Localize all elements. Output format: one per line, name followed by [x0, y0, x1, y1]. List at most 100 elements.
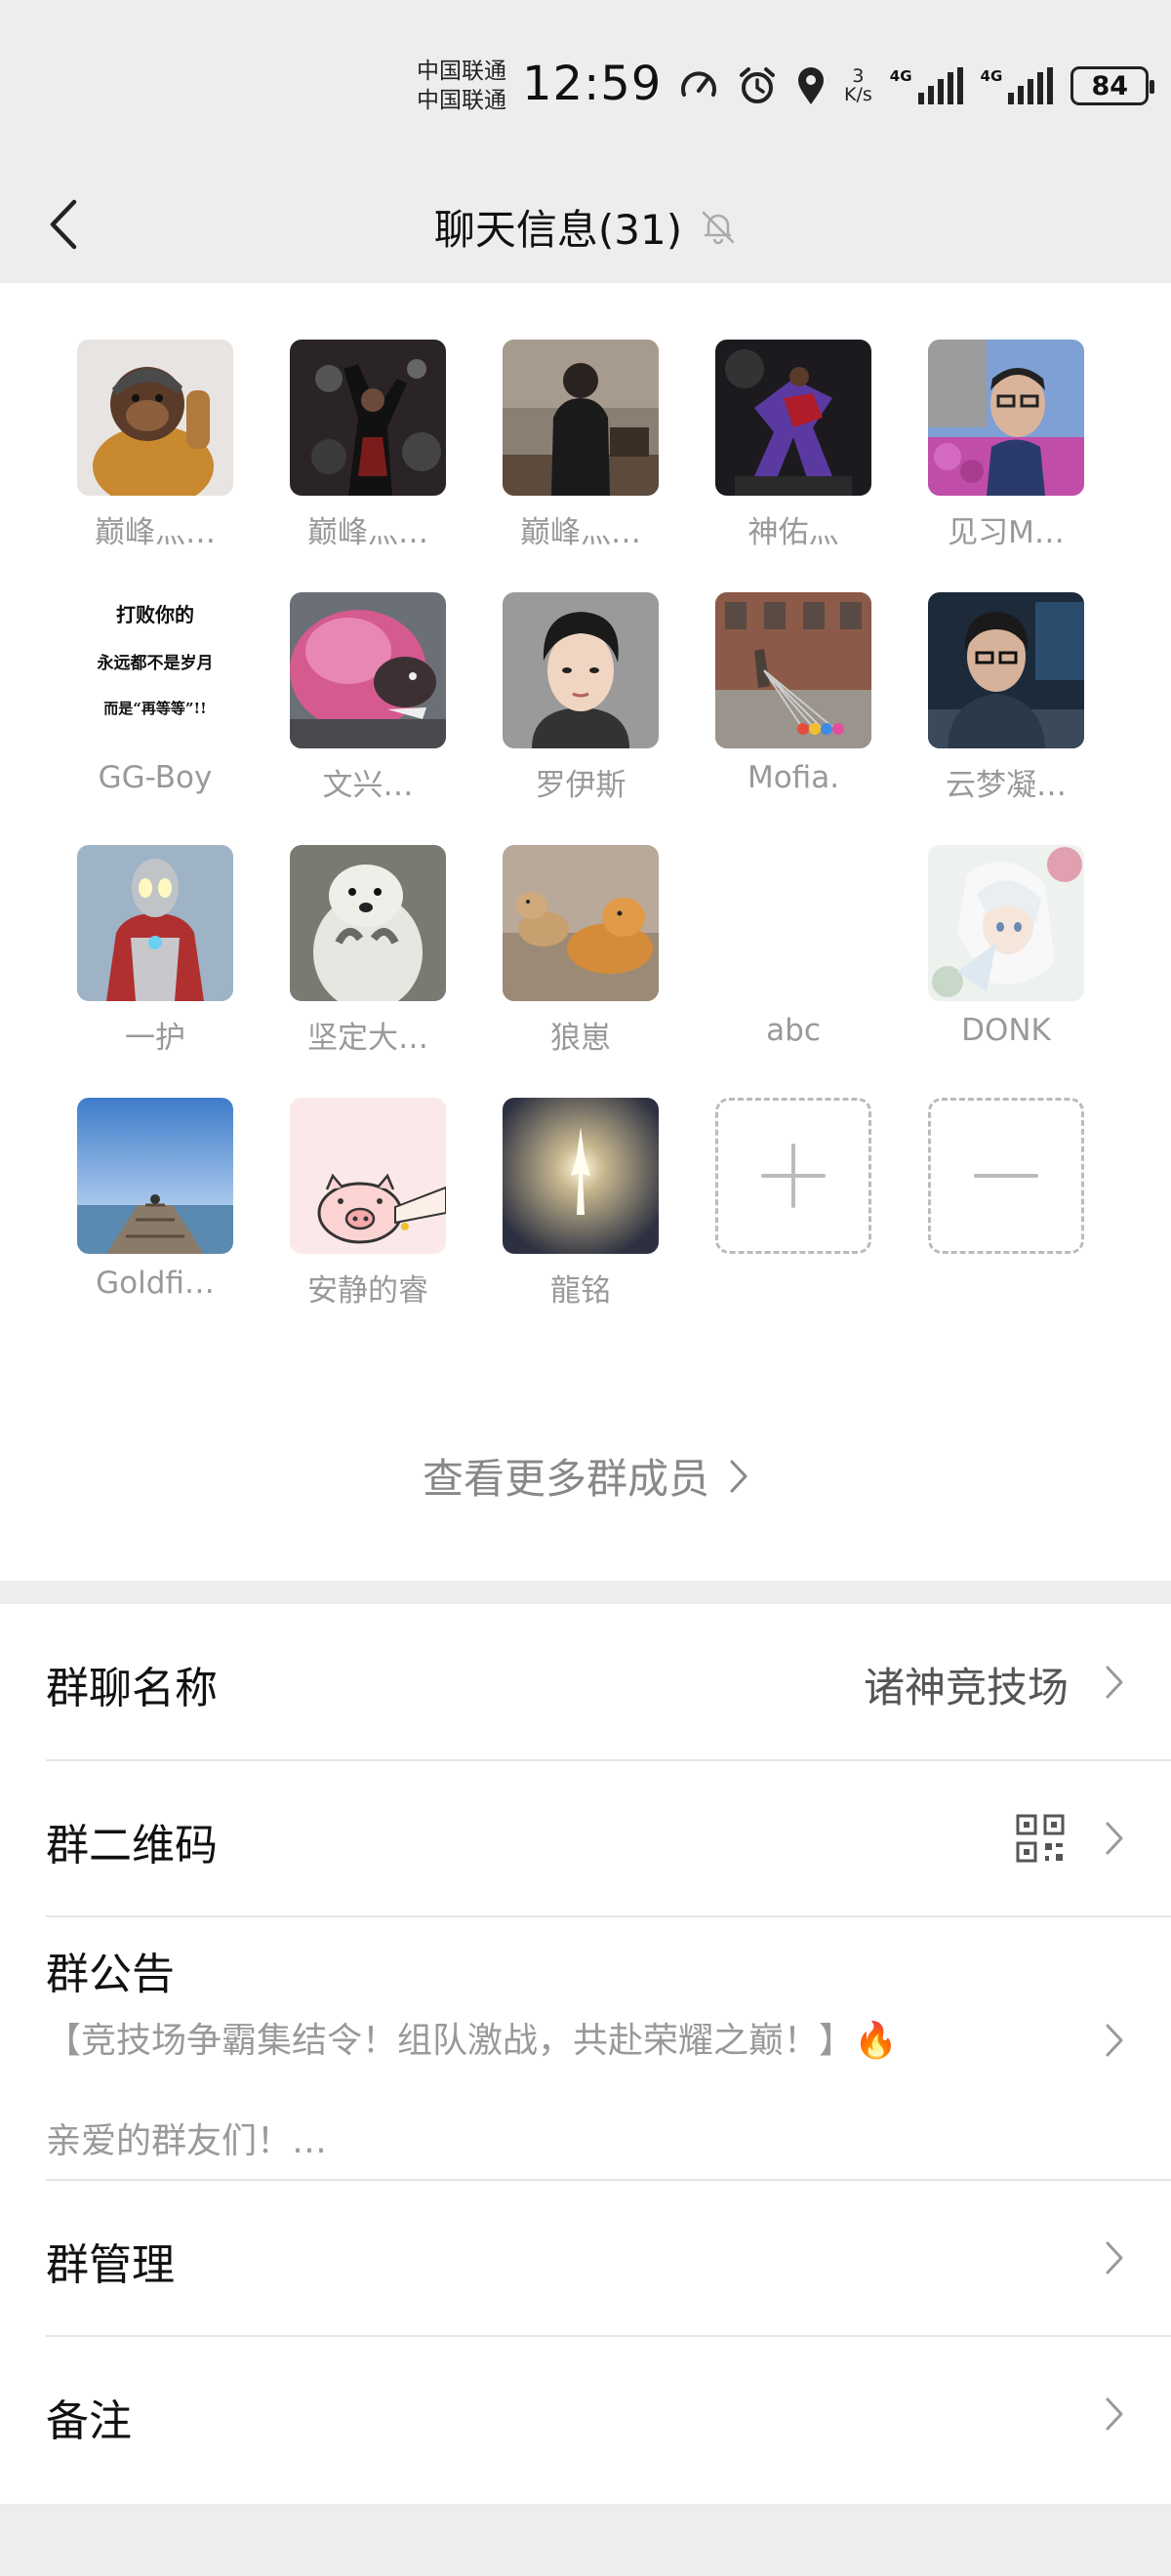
member-item[interactable]: 打败你的 永远都不是岁月 而是“再等等”!! GG-Boy: [49, 592, 262, 804]
group-qr-row[interactable]: 群二维码: [0, 1761, 1171, 1915]
member-name: 巅峰灬…: [307, 515, 428, 550]
group-qr-label: 群二维码: [46, 1821, 218, 1871]
member-name: 巅峰灬…: [520, 515, 641, 550]
group-manage-label: 群管理: [46, 2240, 175, 2290]
member-name: 狼崽: [550, 1021, 611, 1056]
member-name: 罗伊斯: [535, 768, 626, 803]
member-name: 云梦凝…: [946, 768, 1067, 803]
group-notice-line1: 【竞技场争霸集结令！组队激战，共赴荣耀之巅！】🔥: [46, 2021, 898, 2061]
chevron-right-icon: [730, 1460, 747, 1492]
avatar: [77, 1098, 233, 1254]
avatar: [928, 845, 1084, 1001]
group-manage-row[interactable]: 群管理: [0, 2181, 1171, 2335]
minus-icon: [974, 1174, 1038, 1178]
avatar: [503, 592, 659, 748]
carrier-1: 中国联通: [417, 59, 506, 84]
carrier-names: 中国联通 中国联通: [417, 57, 506, 115]
member-name: 文兴…: [322, 768, 414, 803]
chevron-right-icon: [1106, 2024, 1123, 2057]
group-name-value: 诸神竞技场: [863, 1664, 1069, 1711]
avatar-caption: 而是“再等等”!!: [103, 700, 206, 717]
avatar: [77, 845, 233, 1001]
remove-member-button[interactable]: [900, 1098, 1112, 1309]
group-notice-row[interactable]: 群公告 【竞技场争霸集结令！组队激战，共赴荣耀之巅！】🔥 亲爱的群友们！…: [0, 1917, 1171, 2179]
member-grid: 巅峰灬… 巅峰灬… 巅峰灬… 神佑灬 见习M… 打败你的 永远都不是岁月 而是“…: [49, 340, 1122, 1309]
group-name-label: 群聊名称: [46, 1664, 218, 1713]
member-name: GG-Boy: [98, 760, 213, 795]
status-icons: 3 K/s 4G 4G 84: [678, 60, 1155, 111]
member-item[interactable]: abc: [687, 845, 900, 1057]
avatar: 打败你的 永远都不是岁月 而是“再等等”!!: [77, 592, 233, 748]
alarm-icon: [737, 65, 778, 106]
page-title: 聊天信息(31): [433, 206, 683, 254]
signal-icon: 4G: [890, 67, 963, 104]
view-more-members-label: 查看更多群成员: [422, 1455, 709, 1503]
member-item[interactable]: DONK: [900, 845, 1112, 1057]
member-item[interactable]: 巅峰灬…: [262, 340, 474, 551]
avatar: [290, 1098, 446, 1254]
member-item[interactable]: 云梦凝…: [900, 592, 1112, 804]
member-item[interactable]: Goldfi…: [49, 1098, 262, 1309]
avatar: [503, 340, 659, 496]
avatar: [715, 592, 871, 748]
page-title-wrap: 聊天信息(31): [0, 197, 1171, 257]
avatar: [928, 340, 1084, 496]
status-bar: 中国联通 中国联通 12:59 3 K/s 4G 4G 84: [0, 0, 1171, 166]
avatar: [715, 340, 871, 496]
member-item[interactable]: 巅峰灬…: [49, 340, 262, 551]
avatar: [77, 340, 233, 496]
member-name: 一护: [125, 1021, 185, 1056]
battery-icon: 84: [1070, 66, 1155, 105]
member-item[interactable]: Mofia.: [687, 592, 900, 804]
avatar: [290, 592, 446, 748]
clock: 12:59: [522, 57, 663, 111]
member-item[interactable]: 龍铭: [474, 1098, 687, 1309]
member-name: 巅峰灬…: [95, 515, 216, 550]
member-name: Goldfi…: [96, 1266, 215, 1301]
net-speed: 3 K/s: [844, 65, 872, 105]
add-member-tile[interactable]: [715, 1098, 871, 1254]
member-item[interactable]: 罗伊斯: [474, 592, 687, 804]
member-item[interactable]: 坚定大…: [262, 845, 474, 1057]
member-item[interactable]: 文兴…: [262, 592, 474, 804]
view-more-members-link[interactable]: 查看更多群成员: [0, 1446, 1171, 1506]
avatar: [928, 592, 1084, 748]
qr-code-icon: [1016, 1814, 1065, 1863]
member-name: 坚定大…: [307, 1021, 428, 1056]
add-member-button[interactable]: [687, 1098, 900, 1309]
remark-label: 备注: [46, 2396, 132, 2446]
avatar-caption: 永远都不是岁月: [97, 653, 214, 673]
speedometer-icon: [678, 65, 719, 106]
member-item[interactable]: 安静的睿: [262, 1098, 474, 1309]
group-name-row[interactable]: 群聊名称 诸神竞技场: [0, 1604, 1171, 1760]
avatar: [503, 1098, 659, 1254]
avatar: [503, 845, 659, 1001]
plus-icon: [761, 1144, 826, 1208]
member-item[interactable]: 一护: [49, 845, 262, 1057]
location-icon: [795, 65, 827, 106]
member-name: 神佑灬: [747, 515, 839, 550]
member-item[interactable]: 狼崽: [474, 845, 687, 1057]
remove-member-tile[interactable]: [928, 1098, 1084, 1254]
nav-bar: 聊天信息(31): [0, 166, 1171, 283]
mute-bell-icon: [702, 211, 735, 244]
chevron-right-icon: [1106, 2241, 1123, 2274]
remark-row[interactable]: 备注: [0, 2337, 1171, 2493]
members-card: 巅峰灬… 巅峰灬… 巅峰灬… 神佑灬 见习M… 打败你的 永远都不是岁月 而是“…: [0, 283, 1171, 1581]
member-item[interactable]: 神佑灬: [687, 340, 900, 551]
group-notice-label: 群公告: [46, 1950, 175, 1999]
chevron-right-icon: [1106, 1822, 1123, 1855]
avatar: [290, 340, 446, 496]
signal-icon-2: 4G: [981, 67, 1054, 104]
member-name: 见习M…: [948, 515, 1065, 550]
member-name: 安静的睿: [307, 1273, 428, 1308]
member-item[interactable]: 巅峰灬…: [474, 340, 687, 551]
member-name: DONK: [961, 1013, 1051, 1048]
member-name: abc: [766, 1013, 821, 1048]
chevron-right-icon: [1106, 1666, 1123, 1699]
chevron-right-icon: [1106, 2397, 1123, 2431]
member-item[interactable]: 见习M…: [900, 340, 1112, 551]
member-name: 龍铭: [550, 1273, 611, 1308]
avatar: [290, 845, 446, 1001]
settings-list: 群聊名称 诸神竞技场 群二维码 群公告 【竞技场争霸集结令！组队激战，共赴荣耀之…: [0, 1604, 1171, 2504]
